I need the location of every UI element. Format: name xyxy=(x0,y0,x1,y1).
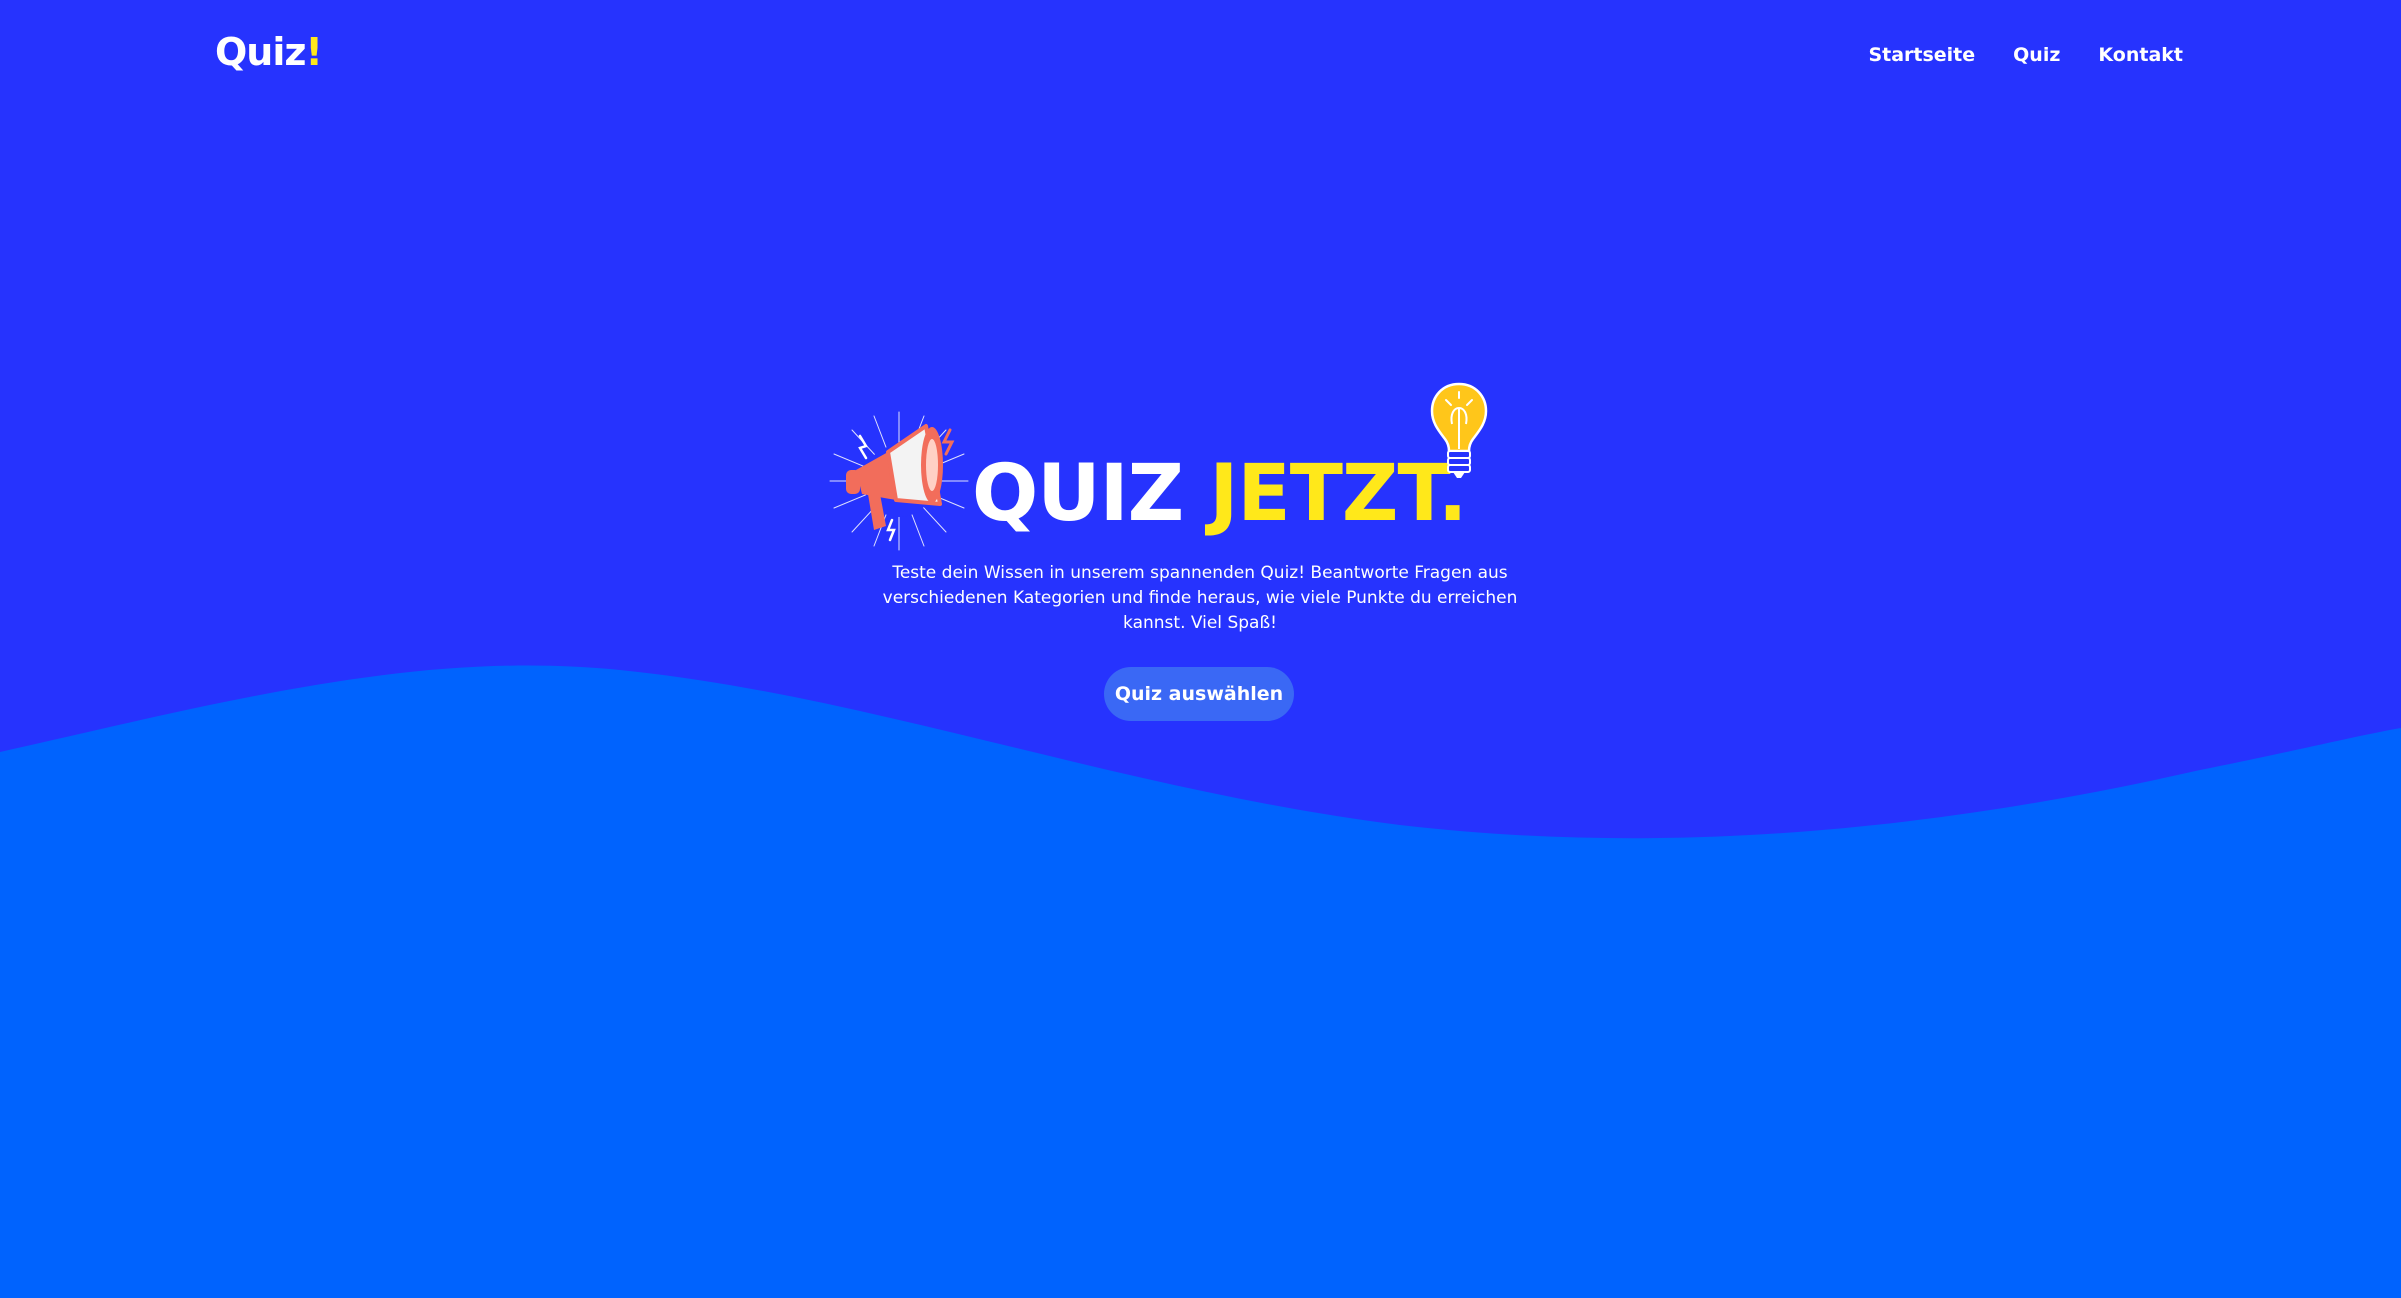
nav-link-startseite[interactable]: Startseite xyxy=(1868,44,1975,66)
main-navigation: Startseite Quiz Kontakt xyxy=(1868,44,2183,66)
site-logo[interactable]: Quiz! xyxy=(215,30,323,74)
nav-link-kontakt[interactable]: Kontakt xyxy=(2098,44,2183,66)
logo-exclamation: ! xyxy=(305,30,323,74)
quiz-select-button[interactable]: Quiz auswählen xyxy=(1104,667,1294,721)
page: Quiz! Startseite Quiz Kontakt QUIZ JETZT… xyxy=(0,0,2401,1298)
megaphone-icon xyxy=(829,411,969,551)
hero-title-quiz: QUIZ xyxy=(972,449,1184,539)
nav-link-quiz[interactable]: Quiz xyxy=(2013,44,2060,66)
lightbulb-icon xyxy=(1430,382,1488,478)
hero-title: QUIZ JETZT. xyxy=(972,455,1467,533)
hero-description: Teste dein Wissen in unserem spannenden … xyxy=(882,563,1518,633)
logo-text: Quiz xyxy=(215,30,306,74)
background-wave xyxy=(0,665,2401,1298)
